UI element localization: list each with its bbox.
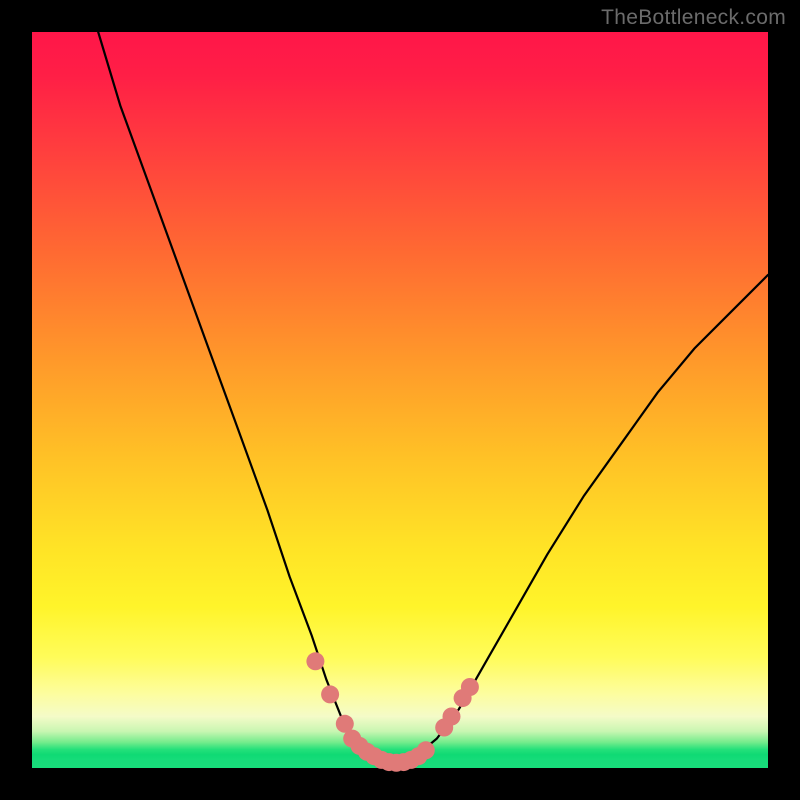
chart-frame: TheBottleneck.com — [0, 0, 800, 800]
marker-point — [306, 652, 324, 670]
chart-svg — [32, 32, 768, 768]
marker-point — [443, 708, 461, 726]
highlighted-points — [306, 652, 479, 772]
watermark-text: TheBottleneck.com — [601, 6, 786, 30]
marker-point — [461, 678, 479, 696]
bottleneck-curve — [98, 32, 768, 764]
marker-point — [321, 685, 339, 703]
marker-point — [417, 741, 435, 759]
